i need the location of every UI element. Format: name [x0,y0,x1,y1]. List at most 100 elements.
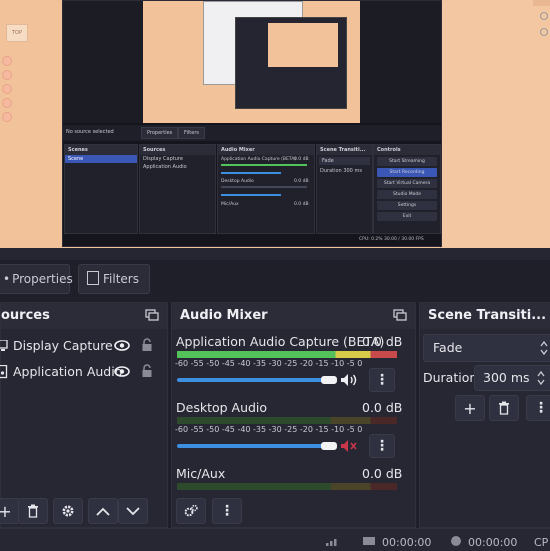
move-source-up-button[interactable] [88,498,118,524]
kebab-icon: ⋮ [375,438,389,454]
advanced-audio-button[interactable] [176,498,206,524]
duration-label: Duration [423,370,478,385]
nested-scenes-title: Scenes [65,145,137,155]
record-time: 00:00:00 [468,536,518,549]
preview-side-panel [440,0,550,248]
move-source-down-button[interactable] [118,498,148,524]
nested-transitions-dock: Scene Transiti... Fade Duration 300 ms [316,144,373,234]
nested-mixer-db: 0.0 dB [294,157,309,162]
channel-menu-button[interactable]: ⋮ [369,368,395,392]
nested-controls-dock: Controls Start Streaming Start Recording… [373,144,441,234]
kebab-icon: ⋮ [375,372,389,388]
volume-slider-thumb[interactable] [321,442,337,450]
tab-properties[interactable]: • Properties [0,264,73,294]
volume-slider-fill[interactable] [177,378,329,382]
nested-status: CPU: 0.2% 30.00 / 30.00 FPS [359,237,424,242]
remove-transition-button[interactable] [489,395,519,421]
sources-dock: ources [0,302,168,528]
volume-slider-thumb[interactable] [321,376,337,384]
updown-icon [537,370,545,386]
remove-source-button[interactable] [18,498,48,524]
source-label: Display Capture [13,338,113,353]
stream-time: 00:00:00 [382,536,432,549]
source-item-display-capture[interactable]: Display Capture [0,338,160,356]
add-source-button[interactable]: + [0,498,20,524]
nested-mixer-title: Audio Mixer [218,145,314,155]
nested-mixer-ch1: Application Audio Capture (BETA) [221,157,297,162]
eye-icon[interactable] [114,366,130,377]
preview-dot-icon [2,84,12,94]
channel-menu-button[interactable]: ⋮ [369,434,395,458]
channel-name: Mic/Aux [176,466,226,481]
nested-trans-title: Scene Transiti... [317,145,372,155]
source-properties-button[interactable] [53,498,83,524]
audio-file-icon [0,365,8,379]
muted-speaker-icon[interactable] [340,439,358,453]
sources-title: ources [1,303,167,329]
transition-menu-button[interactable]: ⋮ [526,395,550,421]
lock-icon[interactable] [141,338,153,352]
nested-start-streaming: Start Streaming [377,157,437,166]
trash-icon [499,401,509,415]
volume-meter [177,483,397,490]
preview-dot-icon [2,98,12,108]
tab-properties-label: Properties [12,272,73,286]
nested-meter [221,186,307,188]
transition-select[interactable]: Fade [423,334,550,362]
chevron-up-icon [96,507,110,516]
nested-meter [221,164,307,166]
nested-start-vcam: Start Virtual Camera [377,179,437,188]
channel-name: Application Audio Capture (BETA) [176,334,385,349]
nested-mixer-db: 0.0 dB [294,202,309,207]
scene-transitions-title: Scene Transiti... [420,303,550,329]
nested-scenes-dock: Scenes Scene [64,144,138,234]
nested-tab-filters: Filters [178,127,205,139]
add-transition-button[interactable]: + [455,395,485,421]
undock-icon[interactable] [393,309,407,321]
duration-spinbox[interactable]: 300 ms [474,365,550,391]
nested-no-source: No source selected [66,129,114,135]
channel-db: 0.0 dB [362,334,403,349]
volume-slider-fill[interactable] [177,444,329,448]
nested-scene-item: Scene [65,155,137,163]
channel-db: 0.0 dB [362,466,403,481]
nested-screen-peach [268,23,338,67]
speaker-icon[interactable] [340,373,358,387]
eye-icon[interactable] [114,340,130,351]
nested-obs-window: No source selected Properties Filters Sc… [62,0,442,247]
mixer-menu-button[interactable]: ⋮ [212,498,242,524]
source-label: Application Audio [13,364,123,379]
properties-dot-icon: • [3,272,11,286]
nested-mixer-ch3: Mic/Aux [221,202,239,207]
tab-filters[interactable]: Filters [78,264,150,294]
preview-top-icon: TOP [6,24,28,42]
nested-trans-dur-value: 300 ms [343,168,362,174]
trash-icon [28,504,38,518]
nested-mixer-ch2: Desktop Audio [221,179,254,184]
nested-trans-select: Fade [319,157,370,165]
kebab-icon: ⋮ [534,400,548,416]
nested-start-recording: Start Recording [377,168,437,177]
nested-trans-duration: Duration 300 ms [317,167,372,175]
nested-mixer-dock: Audio Mixer Application Audio Capture (B… [217,144,315,234]
preview-dot-icon [2,56,12,66]
source-item-application-audio[interactable]: Application Audio [0,364,160,382]
nested-tabbar: No source selected Properties Filters [63,125,441,141]
updown-icon [540,340,548,356]
chevron-down-icon [126,506,140,515]
gears-icon [184,504,198,517]
nested-settings: Settings [377,201,437,210]
duration-value: 300 ms [483,370,530,385]
preview-circle-icon [540,28,548,36]
kebab-icon: ⋮ [220,503,234,519]
nested-sources-dock: Sources Display Capture Application Audi… [139,144,216,234]
nested-trans-dur-label: Duration [320,168,342,174]
preview-canvas[interactable]: TOP No source selected Properties Filter… [0,0,550,248]
preview-circle-icon [540,12,548,20]
transition-select-value: Fade [433,340,463,355]
channel-name: Desktop Audio [176,400,268,415]
nested-slider [221,172,281,174]
undock-icon[interactable] [145,309,159,321]
lock-icon[interactable] [141,364,153,378]
nested-tab-properties: Properties [141,127,179,139]
